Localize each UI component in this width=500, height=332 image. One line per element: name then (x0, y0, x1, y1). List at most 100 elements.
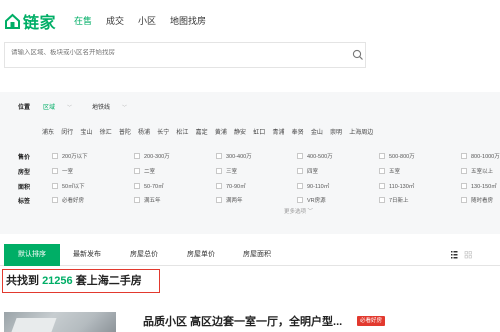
checkbox[interactable] (297, 197, 303, 203)
search-box (4, 42, 366, 68)
more-options-link[interactable]: 更多选项 ﹀ (284, 207, 313, 215)
checkbox[interactable] (134, 168, 140, 174)
filter-option-label: 800-1000万 (471, 154, 500, 160)
checkbox[interactable] (461, 183, 467, 189)
checkbox[interactable] (379, 168, 385, 174)
filter-option[interactable]: 50㎡以下 (52, 182, 85, 190)
tab-metro[interactable]: 地铁线 ﹀ (92, 102, 137, 111)
filter-option[interactable]: 90-110㎡ (297, 182, 329, 190)
listing-title[interactable]: 品质小区 高区边套一室一厅，全明户型... (143, 313, 342, 329)
district-item[interactable]: 宝山 (80, 127, 92, 136)
checkbox[interactable] (297, 153, 303, 159)
district-item[interactable]: 奉贤 (292, 127, 304, 136)
district-item[interactable]: 上海周边 (349, 127, 373, 136)
filter-option[interactable]: 70-90㎡ (216, 182, 246, 190)
checkbox[interactable] (216, 168, 222, 174)
checkbox[interactable] (461, 168, 467, 174)
tab-district[interactable]: 区域 ﹀ (43, 102, 82, 111)
filter-option[interactable]: 500-800万 (379, 152, 415, 160)
filter-option[interactable]: 五室以上 (461, 167, 493, 175)
nav-item-on-sale[interactable]: 在售 (74, 14, 92, 27)
filter-option[interactable]: 五室 (379, 167, 400, 175)
checkbox[interactable] (216, 153, 222, 159)
checkbox[interactable] (297, 183, 303, 189)
checkbox[interactable] (379, 183, 385, 189)
district-item[interactable]: 长宁 (157, 127, 169, 136)
sort-tabs: 默认排序 最新发布 房屋总价 房屋单价 房屋面积 (0, 244, 500, 266)
logo-text: 链家 (23, 15, 57, 32)
filter-option[interactable]: 随时看房 (461, 196, 493, 204)
filter-option[interactable]: 800-1000万 (461, 152, 500, 160)
filter-option-label: 500-800万 (389, 154, 415, 160)
checkbox[interactable] (216, 183, 222, 189)
tab-unit-price[interactable]: 房屋单价 (187, 244, 215, 266)
tab-default-sort[interactable]: 默认排序 (4, 244, 60, 266)
district-item[interactable]: 普陀 (119, 127, 131, 136)
filter-option[interactable]: 130-150㎡ (461, 182, 497, 190)
filter-option[interactable]: 四室 (297, 167, 318, 175)
nav-item-community[interactable]: 小区 (138, 14, 156, 27)
filter-option[interactable]: 400-500万 (297, 152, 333, 160)
district-item[interactable]: 青浦 (272, 127, 284, 136)
logo[interactable]: 链家 (4, 11, 57, 32)
position-tabs: 区域 ﹀ 地铁线 ﹀ (43, 102, 147, 111)
view-toggle-icons[interactable] (451, 251, 473, 259)
district-item[interactable]: 黄浦 (215, 127, 227, 136)
checkbox[interactable] (134, 153, 140, 159)
district-item[interactable]: 浦东 (42, 127, 54, 136)
search-input[interactable] (11, 49, 331, 56)
filter-option[interactable]: 满两年 (216, 196, 243, 204)
checkbox[interactable] (52, 197, 58, 203)
filter-option[interactable]: VR房源 (297, 196, 326, 204)
filter-option-label: 四室 (307, 169, 319, 175)
checkbox[interactable] (297, 168, 303, 174)
checkbox[interactable] (134, 197, 140, 203)
filter-option[interactable]: 110-130㎡ (379, 182, 414, 190)
nav-item-sold[interactable]: 成交 (106, 14, 124, 27)
checkbox[interactable] (52, 183, 58, 189)
checkbox[interactable] (134, 183, 140, 189)
filter-label: 面积 (18, 185, 31, 191)
checkbox[interactable] (379, 153, 385, 159)
filter-option[interactable]: 一室 (52, 167, 73, 175)
filter-option[interactable]: 二室 (134, 167, 155, 175)
filter-options: 一室 二室 三室 四室 五室 五室以上 (40, 167, 500, 177)
filter-options: 必看好房 满五年 满两年 VR房源 7日新上 随时看房 (40, 196, 500, 206)
filter-option-label: 70-90㎡ (226, 184, 246, 190)
checkbox[interactable] (379, 197, 385, 203)
filter-option[interactable]: 300-400万 (216, 152, 252, 160)
tab-newest[interactable]: 最新发布 (73, 244, 101, 266)
checkbox[interactable] (52, 168, 58, 174)
filter-option-label: VR房源 (307, 198, 326, 204)
filter-option-label: 50-70㎡ (144, 184, 164, 190)
checkbox[interactable] (52, 153, 58, 159)
checkbox[interactable] (461, 153, 467, 159)
district-item[interactable]: 虹口 (253, 127, 265, 136)
district-item[interactable]: 松江 (176, 127, 188, 136)
filter-option[interactable]: 200-300万 (134, 152, 170, 160)
district-item[interactable]: 杨浦 (138, 127, 150, 136)
listing-thumbnail[interactable] (4, 312, 116, 332)
filter-option[interactable]: 50-70㎡ (134, 182, 164, 190)
tab-total-price[interactable]: 房屋总价 (130, 244, 158, 266)
filter-option-label: 7日新上 (389, 198, 409, 204)
filter-option[interactable]: 7日新上 (379, 196, 409, 204)
filter-option[interactable]: 满五年 (134, 196, 161, 204)
district-item[interactable]: 金山 (311, 127, 323, 136)
house-logo-icon (5, 13, 20, 29)
filter-option-label: 必看好房 (62, 198, 85, 204)
filter-option[interactable]: 必看好房 (52, 196, 84, 204)
tab-area[interactable]: 房屋面积 (243, 244, 271, 266)
district-item[interactable]: 嘉定 (196, 127, 208, 136)
district-item[interactable]: 崇明 (330, 127, 342, 136)
nav-item-map[interactable]: 地图找房 (170, 14, 206, 27)
district-item[interactable]: 闵行 (61, 127, 73, 136)
checkbox[interactable] (461, 197, 467, 203)
checkbox[interactable] (216, 197, 222, 203)
district-item[interactable]: 徐汇 (100, 127, 112, 136)
filter-option[interactable]: 200万以下 (52, 152, 88, 160)
filter-option[interactable]: 三室 (216, 167, 237, 175)
filter-option-label: 130-150㎡ (471, 184, 497, 190)
district-item[interactable]: 静安 (234, 127, 246, 136)
search-icon[interactable] (352, 49, 364, 61)
